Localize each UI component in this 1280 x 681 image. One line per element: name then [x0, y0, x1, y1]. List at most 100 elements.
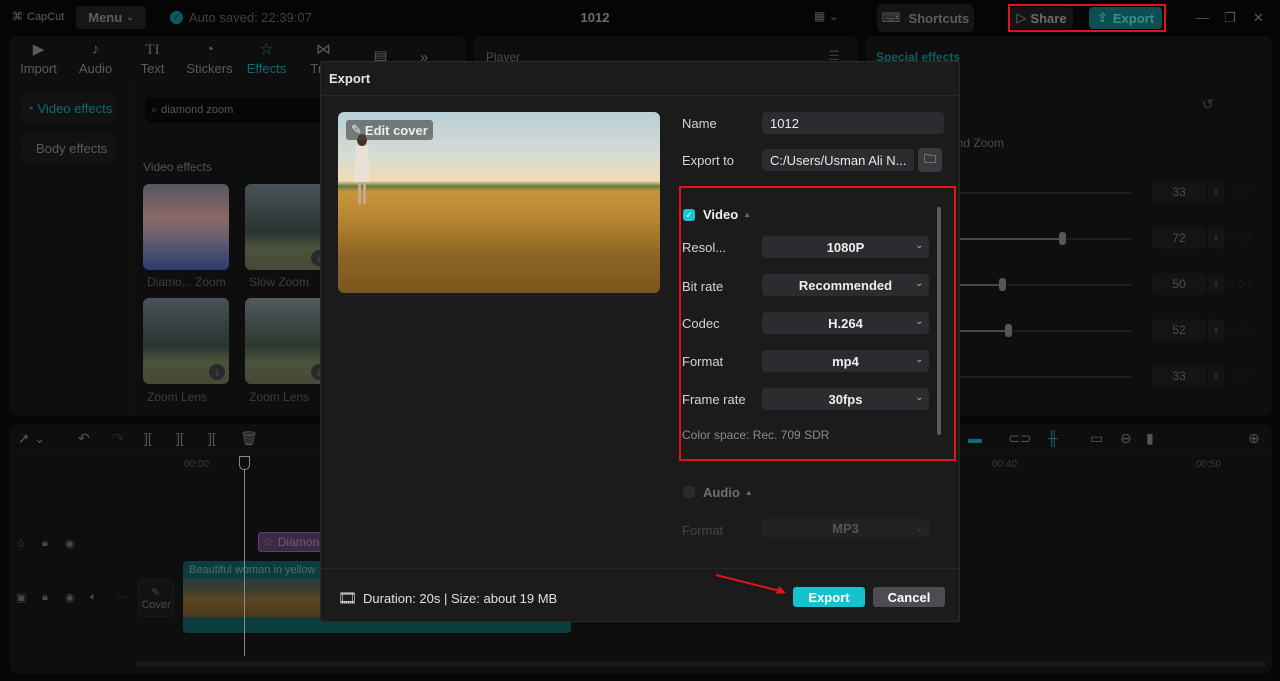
audio-format-select[interactable]: MP3 ⌄	[762, 519, 929, 537]
tab-stickers[interactable]: ◔ Stickers	[181, 36, 238, 80]
split-right-icon[interactable]: ][	[208, 430, 216, 446]
tab-import[interactable]: ▶ Import	[10, 36, 67, 80]
export-button[interactable]: Export	[793, 587, 865, 607]
dialog-title: Export	[329, 71, 371, 86]
audio-checkbox[interactable]	[683, 486, 695, 498]
settings-scrollbar[interactable]	[937, 207, 941, 435]
cancel-button[interactable]: Cancel	[873, 587, 945, 607]
effects-search-input[interactable]: ⌕ diamond zoom	[145, 97, 345, 123]
lock-icon[interactable]: 🔒︎	[42, 591, 48, 604]
folder-browse-button[interactable]: 🗀	[918, 148, 942, 172]
title-bar: ⌘ CapCut Menu ⌄ ✓ Auto saved: 22:39:07 1…	[0, 0, 1280, 36]
side-item-body-effects[interactable]: Body effects	[22, 134, 117, 162]
delete-icon[interactable]: 🗑	[240, 430, 258, 447]
keyframe-nav-icon[interactable]: ‹ ◇ ›	[1230, 369, 1252, 382]
zoom-slider-knob[interactable]: ▮	[1146, 430, 1154, 447]
slider-track[interactable]	[956, 376, 1132, 378]
dialog-header: Export	[321, 62, 959, 96]
eye-icon[interactable]: ◉	[65, 591, 75, 604]
playhead[interactable]	[244, 456, 245, 656]
stepper-icon[interactable]: ⇕	[1208, 181, 1224, 203]
slider-knob[interactable]	[1004, 324, 1012, 337]
frame-rate-label: Frame rate	[682, 392, 746, 407]
resolution-select[interactable]: 1080P ⌄	[762, 236, 929, 258]
bitrate-select[interactable]: Recommended ⌄	[762, 274, 929, 296]
keyframe-nav-icon[interactable]: ‹ ◇ ›	[1230, 185, 1252, 198]
chevron-down-icon: ⌄	[915, 392, 923, 402]
volume-icon[interactable]: 🔈︎	[90, 591, 97, 604]
effect-thumb-diamond-zoom[interactable]	[143, 184, 229, 270]
audio-format-label: Format	[682, 523, 724, 538]
frame-rate-select[interactable]: 30fps ⌄	[762, 388, 929, 410]
close-button[interactable]: ✕	[1253, 10, 1264, 26]
slider-value-input[interactable]: 52	[1152, 319, 1206, 341]
name-input[interactable]: 1012	[762, 112, 944, 134]
menu-button[interactable]: Menu ⌄	[76, 6, 146, 29]
slider-value-input[interactable]: 33	[1152, 181, 1206, 203]
video-checkbox[interactable]: ✓	[683, 209, 695, 221]
shortcuts-button[interactable]: ⌨ Shortcuts	[877, 4, 974, 32]
tab-audio[interactable]: ♪ Audio	[67, 36, 124, 80]
slider-knob[interactable]	[1059, 232, 1067, 245]
redo-icon[interactable]: ↷	[112, 430, 124, 447]
magnet-icon[interactable]: ▬	[968, 430, 982, 446]
side-item-video-effects[interactable]: ▸ Video effects	[22, 94, 117, 122]
zoom-in-icon[interactable]: ⊕	[1248, 430, 1260, 447]
chevron-down-icon: ⌄	[126, 12, 134, 22]
cover-button[interactable]: ✎ Cover	[138, 579, 174, 617]
lock-icon[interactable]: 🔒︎	[42, 537, 48, 550]
reset-icon[interactable]: ↺	[1202, 96, 1214, 113]
effect-thumb-zoom-lens-2[interactable]: ⤓	[245, 298, 331, 384]
chevron-down-icon: ⌄	[915, 354, 923, 364]
annotation-arrow	[715, 574, 786, 594]
slider-value-input[interactable]: 72	[1152, 227, 1206, 249]
more-icon[interactable]: ···	[116, 591, 127, 603]
chevron-down-icon: ⌄	[915, 523, 923, 533]
zoom-out-icon[interactable]: ⊖	[1120, 430, 1132, 447]
tab-text[interactable]: TI Text	[124, 36, 181, 80]
effects-icon: ☆	[263, 535, 274, 549]
codec-select[interactable]: H.264 ⌄	[762, 312, 929, 334]
ruler-label: 00:40	[992, 459, 1018, 470]
capcut-logo-icon: ⌘	[12, 11, 23, 23]
edit-cover-button[interactable]: ✎ Edit cover	[346, 120, 433, 140]
keyframe-nav-icon[interactable]: ‹ ◇ ›	[1230, 323, 1252, 336]
playhead-handle[interactable]	[239, 456, 250, 470]
keyframe-nav-icon[interactable]: ‹ ◇ ›	[1230, 231, 1252, 244]
effect-thumb-slow-zoom[interactable]: ⤓	[245, 184, 331, 270]
select-cursor-icon[interactable]: ➚ ⌄	[18, 430, 45, 447]
preview-axis-icon[interactable]: ▭	[1090, 430, 1103, 447]
undo-icon[interactable]: ↶	[78, 430, 90, 447]
slider-track[interactable]	[956, 192, 1132, 194]
timeline-scrollbar[interactable]	[136, 661, 1266, 667]
woman-figure	[354, 134, 370, 204]
download-icon[interactable]: ⤓	[209, 364, 225, 380]
slider-value-input[interactable]: 33	[1152, 365, 1206, 387]
split-left-icon[interactable]: ][	[176, 430, 184, 446]
tab-effects[interactable]: ☆ Effects	[238, 36, 295, 80]
export-info: 🎞︎ Duration: 20s | Size: about 19 MB	[338, 590, 558, 607]
stepper-icon[interactable]: ⇕	[1208, 319, 1224, 341]
stepper-icon[interactable]: ⇕	[1208, 365, 1224, 387]
effects-icon: ☆	[259, 40, 274, 58]
audio-section-header[interactable]: Audio ▲	[703, 485, 753, 500]
effect-thumb-zoom-lens[interactable]: ⤓	[143, 298, 229, 384]
slider-knob[interactable]	[999, 278, 1007, 291]
eye-icon[interactable]: ◉	[65, 537, 75, 550]
search-icon: ⌕	[151, 103, 158, 116]
split-icon[interactable]: ][	[144, 430, 152, 446]
stepper-icon[interactable]: ⇕	[1208, 227, 1224, 249]
keyframe-nav-icon[interactable]: ‹ ◇ ›	[1230, 277, 1252, 290]
text-icon: TI	[145, 41, 160, 58]
export-path-input[interactable]: C:/Users/Usman Ali N...	[762, 149, 914, 171]
project-title: 1012	[580, 10, 610, 25]
slider-value-input[interactable]: 50	[1152, 273, 1206, 295]
link-icon[interactable]: ⊂⊃	[1008, 430, 1031, 447]
snap-icon[interactable]: ╫	[1048, 430, 1058, 446]
maximize-button[interactable]: ❐	[1224, 10, 1236, 26]
layout-icon[interactable]: ▦ ⌄	[814, 9, 839, 23]
minimize-button[interactable]: —	[1196, 10, 1209, 25]
video-section-header[interactable]: Video ▲	[703, 207, 751, 222]
format-select[interactable]: mp4 ⌄	[762, 350, 929, 372]
stepper-icon[interactable]: ⇕	[1208, 273, 1224, 295]
